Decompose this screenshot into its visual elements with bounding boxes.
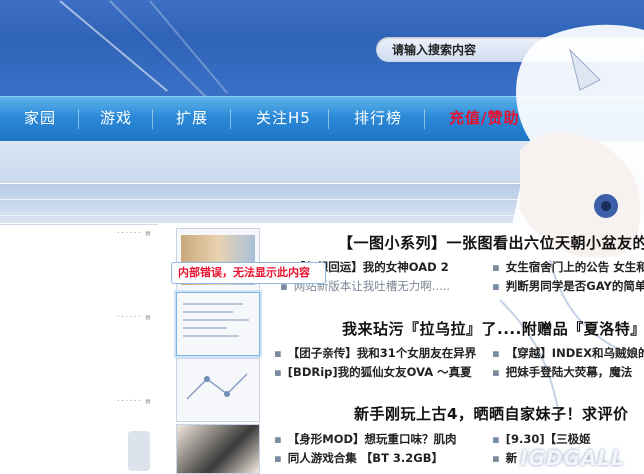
site-watermark: IGDGALL bbox=[520, 446, 625, 470]
list-item[interactable]: ▪ 把妹手登陆大荧幕，魔法 bbox=[492, 364, 632, 380]
map-icon bbox=[186, 373, 248, 400]
list-item[interactable]: ▪ 新 bbox=[492, 450, 517, 466]
main-nav: 家园 游戏 扩展 关注H5 排行榜 充值/赞助 bbox=[0, 96, 644, 142]
list-item[interactable]: ▪ [BDRip]我的狐仙女友OVA ～真夏 bbox=[274, 364, 472, 380]
search-box[interactable] bbox=[376, 37, 644, 62]
search-input[interactable] bbox=[390, 40, 634, 60]
list-item[interactable]: ▪ 同人游戏合集 【BT 3.2GB】 bbox=[274, 450, 443, 466]
nav-item-games[interactable]: 游戏 bbox=[100, 97, 132, 141]
nav-item-recharge[interactable]: 充值/赞助 bbox=[449, 97, 519, 141]
recent-posts-panel: ······ ▤ ······ ▤ ······ ▤ bbox=[0, 224, 158, 473]
thumbnail[interactable] bbox=[176, 358, 260, 422]
top-banner bbox=[0, 0, 644, 96]
thumbnail-selected[interactable] bbox=[176, 292, 260, 356]
sub-header-band-lower bbox=[0, 183, 644, 223]
list-item[interactable]: ▪ [9.30]【三极姬 bbox=[492, 431, 591, 447]
list-item[interactable]: ▪ 判断男同学是否GAY的简单 bbox=[492, 278, 644, 294]
list-item[interactable]: ▪ 【团子亲传】我和31个女朋友在异界 bbox=[274, 345, 476, 361]
sub-header-band bbox=[0, 141, 644, 183]
headline[interactable]: 新手刚玩上古4，晒晒自家妹子！求评价 bbox=[354, 403, 628, 424]
list-item[interactable]: ······ ▤ bbox=[0, 397, 158, 411]
thumbnail[interactable] bbox=[176, 424, 260, 474]
avatar bbox=[128, 431, 150, 471]
nav-item-follow-h5[interactable]: 关注H5 bbox=[256, 97, 311, 141]
list-item[interactable]: ▪ 女生宿舍门上的公告 女生和 bbox=[492, 259, 644, 275]
list-item[interactable]: ······ ▤ bbox=[0, 313, 158, 327]
list-item[interactable]: ······ ▤ bbox=[0, 229, 158, 243]
nav-item-home[interactable]: 家园 bbox=[24, 97, 56, 141]
error-tooltip: 内部错误，无法显示此内容 bbox=[171, 262, 326, 284]
headline[interactable]: 我来玷污『拉乌拉』了....附赠品『夏洛特』 bbox=[342, 318, 644, 339]
list-item[interactable]: ▪ 【身形MOD】想玩重口味？肌肉 bbox=[274, 431, 457, 447]
list-item[interactable]: ▪ 【穿越】INDEX和乌贼娘的 bbox=[492, 345, 644, 361]
nav-item-extend[interactable]: 扩展 bbox=[176, 97, 208, 141]
nav-item-ranking[interactable]: 排行榜 bbox=[354, 97, 402, 141]
headline[interactable]: 【一图小系列】一张图看出六位天朝小盆友的 bbox=[338, 232, 644, 253]
